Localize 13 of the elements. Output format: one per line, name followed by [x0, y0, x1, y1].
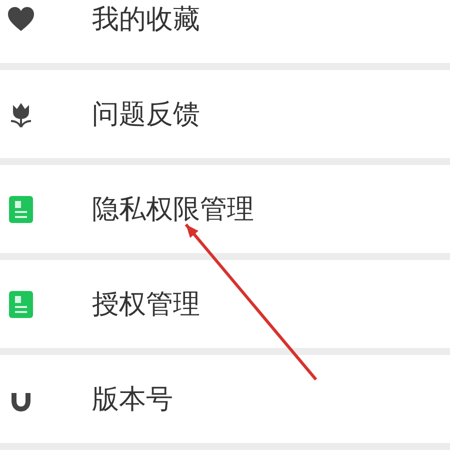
menu-label: 我的收藏 — [92, 6, 200, 32]
menu-label: 授权管理 — [92, 290, 200, 318]
menu-item[interactable]: 版本号 — [0, 355, 450, 443]
heart-icon — [6, 4, 36, 34]
document-icon — [6, 194, 36, 224]
menu-item[interactable]: 问题反馈 — [0, 70, 450, 158]
menu-item[interactable]: 授权管理 — [0, 260, 450, 348]
menu-item[interactable]: 我的收藏 — [0, 0, 450, 63]
menu-item[interactable]: 隐私权限管理 — [0, 165, 450, 253]
menu-label: 隐私权限管理 — [92, 196, 254, 222]
document-icon — [6, 289, 36, 319]
menu-label: 问题反馈 — [92, 100, 200, 128]
menu-label: 版本号 — [92, 386, 173, 412]
